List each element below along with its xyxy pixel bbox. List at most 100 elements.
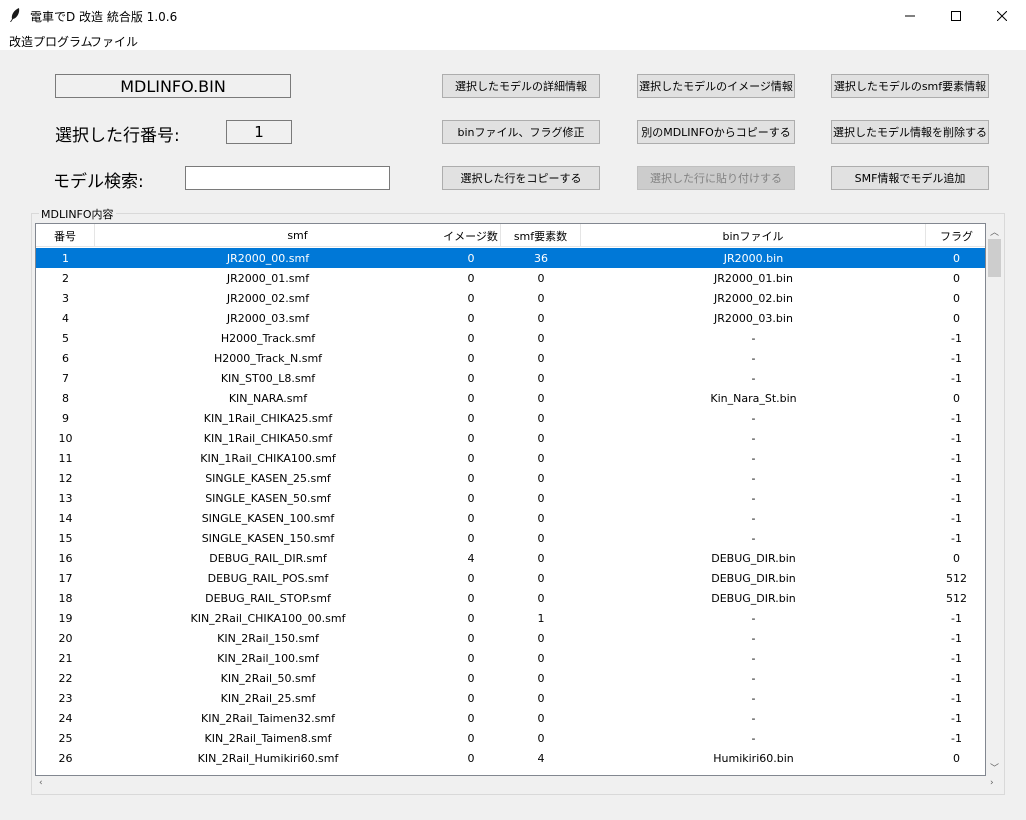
cell-bin-file: - — [751, 431, 756, 445]
cell-image-count: 0 — [467, 351, 475, 365]
table-row[interactable]: 7 KIN_ST00_L8.smf 0 0 - -1 — [36, 368, 985, 388]
cell-image-count: 0 — [467, 531, 475, 545]
copy-row-button[interactable]: 選択した行をコピーする — [442, 166, 600, 190]
table-row[interactable]: 10 KIN_1Rail_CHIKA50.smf 0 0 - -1 — [36, 428, 985, 448]
cell-bin-file: JR2000.bin — [723, 251, 784, 265]
menu-file[interactable]: ファイル — [90, 33, 138, 50]
cell-flag: -1 — [951, 411, 962, 425]
close-button[interactable] — [979, 0, 1025, 31]
table-row[interactable]: 1 JR2000_00.smf 0 36 JR2000.bin 0 — [36, 248, 985, 268]
cell-smf-element-count: 0 — [537, 631, 545, 645]
cell-number: 26 — [58, 751, 73, 765]
mdlinfo-table[interactable]: 番号 smf イメージ数 smf要素数 binファイル フラグ 1 JR2000_… — [35, 223, 986, 776]
table-row[interactable]: 26 KIN_2Rail_Humikiri60.smf 0 4 Humikiri60.b… — [36, 748, 985, 768]
copy-from-other-button[interactable]: 別のMDLINFOからコピーする — [637, 120, 795, 144]
cell-flag: -1 — [951, 711, 962, 725]
column-header-number[interactable]: 番号 — [36, 224, 95, 247]
cell-flag: 512 — [946, 571, 967, 585]
table-row[interactable]: 3 JR2000_02.smf 0 0 JR2000_02.bin 0 — [36, 288, 985, 308]
cell-smf: KIN_2Rail_100.smf — [217, 651, 319, 665]
cell-flag: -1 — [951, 631, 962, 645]
scroll-up-icon[interactable]: ︿ — [990, 225, 999, 238]
cell-flag: -1 — [951, 451, 962, 465]
cell-image-count: 0 — [467, 311, 475, 325]
cell-bin-file: - — [751, 611, 756, 625]
column-header-bin-file[interactable]: binファイル — [581, 224, 926, 247]
cell-smf-element-count: 0 — [537, 431, 545, 445]
selected-row-label: 選択した行番号: — [55, 126, 180, 146]
scroll-down-icon[interactable]: ﹀ — [990, 761, 999, 774]
vertical-scrollbar[interactable]: ︿ ﹀ — [986, 223, 1003, 776]
cell-number: 25 — [58, 731, 73, 745]
column-header-flag[interactable]: フラグ — [926, 224, 985, 247]
cell-smf: KIN_1Rail_CHIKA50.smf — [203, 431, 333, 445]
cell-smf: SINGLE_KASEN_150.smf — [201, 531, 335, 545]
column-header-image-count[interactable]: イメージ数 — [441, 224, 501, 247]
window-title: 電車でD 改造 統合版 1.0.6 — [30, 10, 178, 24]
maximize-button[interactable] — [933, 0, 979, 31]
cell-bin-file: - — [751, 511, 756, 525]
cell-bin-file: - — [751, 331, 756, 345]
table-row[interactable]: 25 KIN_2Rail_Taimen8.smf 0 0 - -1 — [36, 728, 985, 748]
table-row[interactable]: 23 KIN_2Rail_25.smf 0 0 - -1 — [36, 688, 985, 708]
cell-bin-file: JR2000_03.bin — [714, 311, 793, 325]
delete-model-button[interactable]: 選択したモデル情報を削除する — [831, 120, 989, 144]
scroll-right-icon[interactable]: › — [990, 778, 994, 788]
horizontal-scrollbar[interactable]: ‹ › — [35, 776, 1003, 793]
table-row[interactable]: 22 KIN_2Rail_50.smf 0 0 - -1 — [36, 668, 985, 688]
cell-bin-file: - — [751, 451, 756, 465]
table-row[interactable]: 21 KIN_2Rail_100.smf 0 0 - -1 — [36, 648, 985, 668]
cell-flag: -1 — [951, 431, 962, 445]
cell-smf: KIN_1Rail_CHIKA25.smf — [203, 411, 333, 425]
table-row[interactable]: 18 DEBUG_RAIL_STOP.smf 0 0 DEBUG_DIR.bin 512 — [36, 588, 985, 608]
cell-bin-file: Kin_Nara_St.bin — [710, 391, 797, 405]
table-row[interactable]: 13 SINGLE_KASEN_50.smf 0 0 - -1 — [36, 488, 985, 508]
cell-image-count: 0 — [467, 371, 475, 385]
model-detail-button[interactable]: 選択したモデルの詳細情報 — [442, 74, 600, 98]
cell-bin-file: DEBUG_DIR.bin — [711, 551, 796, 565]
model-search-input[interactable] — [185, 166, 390, 190]
cell-smf-element-count: 0 — [537, 351, 545, 365]
cell-number: 19 — [58, 611, 73, 625]
table-row[interactable]: 2 JR2000_01.smf 0 0 JR2000_01.bin 0 — [36, 268, 985, 288]
table-row[interactable]: 20 KIN_2Rail_150.smf 0 0 - -1 — [36, 628, 985, 648]
cell-image-count: 0 — [467, 251, 475, 265]
cell-number: 18 — [58, 591, 73, 605]
cell-image-count: 4 — [467, 551, 475, 565]
table-row[interactable]: 24 KIN_2Rail_Taimen32.smf 0 0 - -1 — [36, 708, 985, 728]
table-row[interactable]: 6 H2000_Track_N.smf 0 0 - -1 — [36, 348, 985, 368]
table-row[interactable]: 12 SINGLE_KASEN_25.smf 0 0 - -1 — [36, 468, 985, 488]
bin-flag-fix-button[interactable]: binファイル、フラグ修正 — [442, 120, 600, 144]
cell-smf-element-count: 0 — [537, 651, 545, 665]
table-row[interactable]: 11 KIN_1Rail_CHIKA100.smf 0 0 - -1 — [36, 448, 985, 468]
column-header-smf-element-count[interactable]: smf要素数 — [501, 224, 581, 247]
table-row[interactable]: 15 SINGLE_KASEN_150.smf 0 0 - -1 — [36, 528, 985, 548]
menu-modify-program[interactable]: 改造プログラム — [9, 33, 93, 50]
add-model-smf-button[interactable]: SMF情報でモデル追加 — [831, 166, 989, 190]
model-image-info-button[interactable]: 選択したモデルのイメージ情報 — [637, 74, 795, 98]
table-row[interactable]: 5 H2000_Track.smf 0 0 - -1 — [36, 328, 985, 348]
scroll-left-icon[interactable]: ‹ — [39, 778, 43, 788]
cell-number: 10 — [58, 431, 73, 445]
minimize-button[interactable] — [887, 0, 933, 31]
table-row[interactable]: 8 KIN_NARA.smf 0 0 Kin_Nara_St.bin 0 — [36, 388, 985, 408]
paste-row-button[interactable]: 選択した行に貼り付けする — [637, 166, 795, 190]
cell-smf: KIN_NARA.smf — [228, 391, 308, 405]
model-smf-elements-button[interactable]: 選択したモデルのsmf要素情報 — [831, 74, 989, 98]
cell-flag: 0 — [953, 311, 960, 325]
cell-number: 20 — [58, 631, 73, 645]
vertical-scroll-thumb[interactable] — [988, 239, 1001, 277]
cell-bin-file: JR2000_01.bin — [714, 271, 793, 285]
cell-smf-element-count: 0 — [537, 531, 545, 545]
table-row[interactable]: 4 JR2000_03.smf 0 0 JR2000_03.bin 0 — [36, 308, 985, 328]
maximize-icon — [951, 10, 961, 21]
table-row[interactable]: 9 KIN_1Rail_CHIKA25.smf 0 0 - -1 — [36, 408, 985, 428]
table-row[interactable]: 16 DEBUG_RAIL_DIR.smf 4 0 DEBUG_DIR.bin 0 — [36, 548, 985, 568]
cell-flag: 0 — [953, 751, 960, 765]
table-row[interactable]: 17 DEBUG_RAIL_POS.smf 0 0 DEBUG_DIR.bin 512 — [36, 568, 985, 588]
cell-number: 2 — [62, 271, 69, 285]
table-row[interactable]: 14 SINGLE_KASEN_100.smf 0 0 - -1 — [36, 508, 985, 528]
cell-bin-file: DEBUG_DIR.bin — [711, 591, 796, 605]
table-body: 1 JR2000_00.smf 0 36 JR2000.bin 0 2 JR2000_01.s… — [36, 248, 985, 768]
table-row[interactable]: 19 KIN_2Rail_CHIKA100_00.smf 0 1 - -1 — [36, 608, 985, 628]
